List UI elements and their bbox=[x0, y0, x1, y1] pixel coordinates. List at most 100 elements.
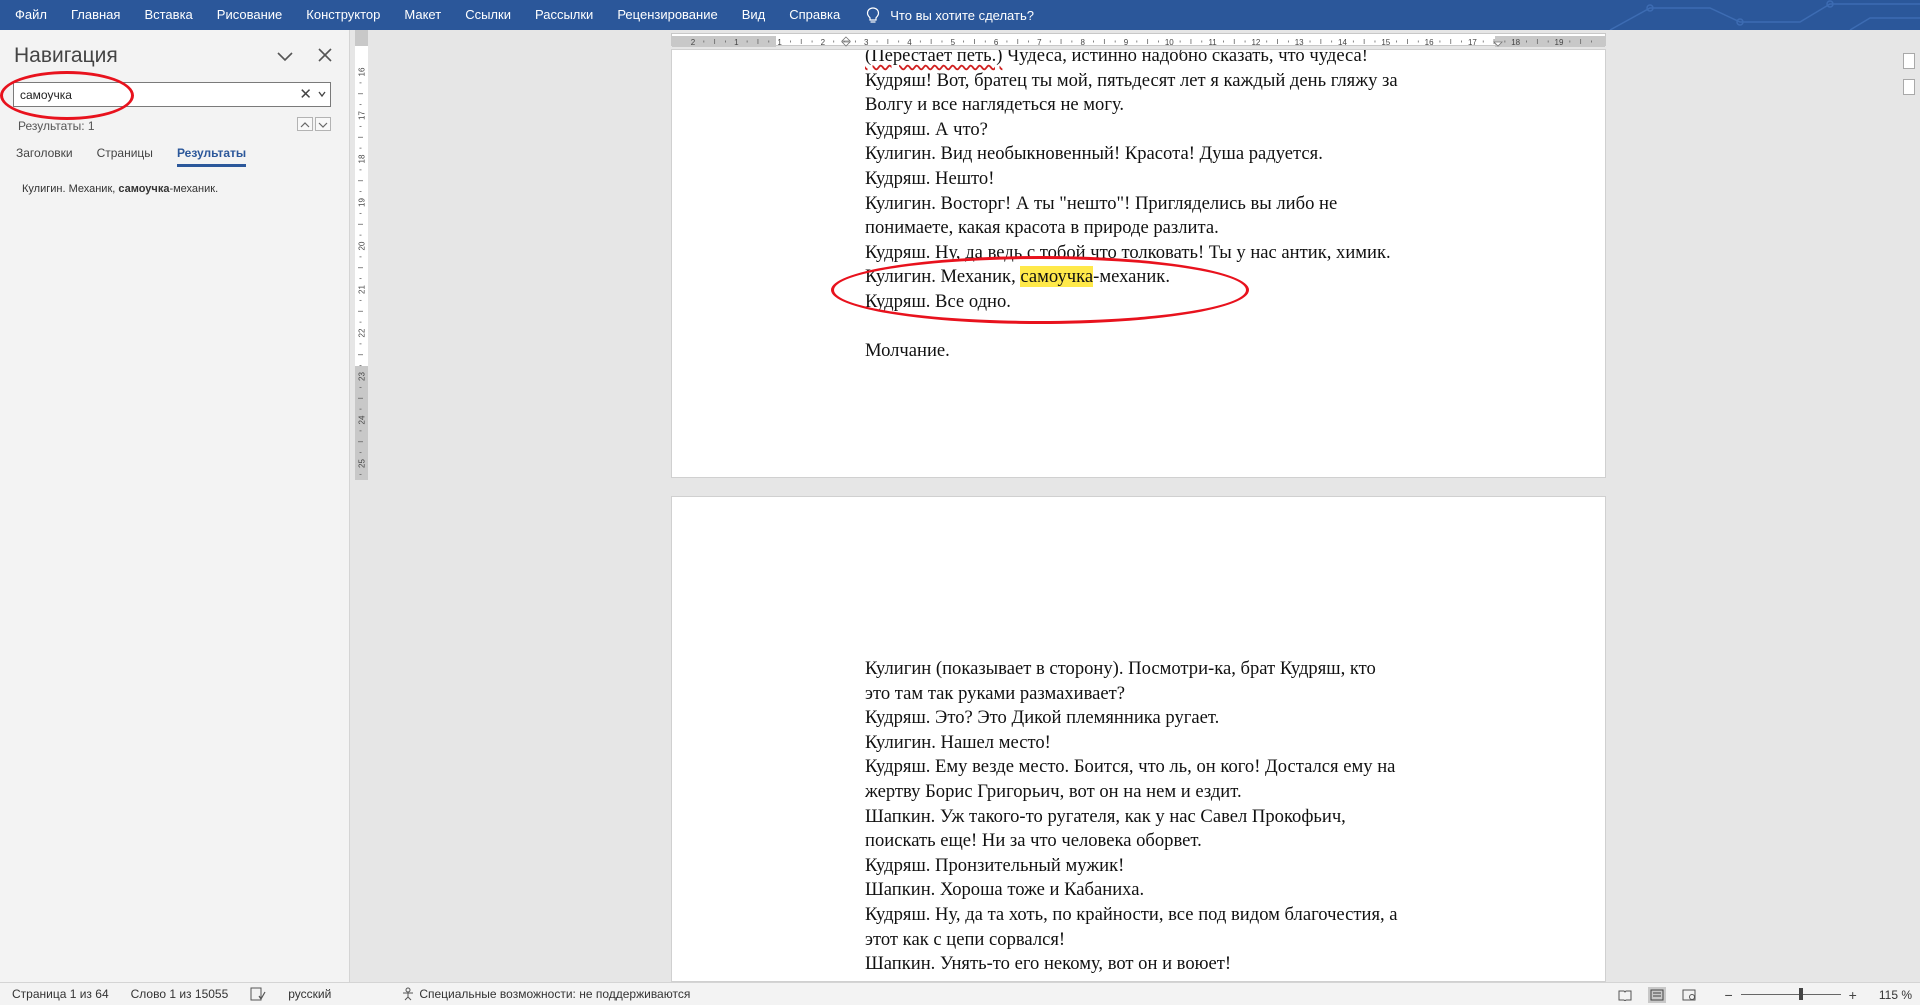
zoom-slider[interactable] bbox=[1740, 988, 1841, 1000]
zoom-out-button[interactable]: − bbox=[1724, 987, 1732, 1003]
result-suffix: -механик. bbox=[169, 183, 219, 195]
page-2-text[interactable]: Кулигин (показывает в сторону). Посмотри… bbox=[865, 657, 1525, 977]
ribbon-tab-4[interactable]: Рисование bbox=[205, 0, 294, 30]
vertical-ruler[interactable]: 16 17 18 19 20 21 22 23 24 25 bbox=[355, 30, 368, 480]
text-line: Кулигин. Вид необыкновенный! Красота! Ду… bbox=[865, 142, 1525, 167]
proofing-icon[interactable] bbox=[250, 987, 266, 1001]
document-page-1[interactable]: (Перестает петь.) Чудеса, истинно надобн… bbox=[671, 49, 1606, 478]
text-line: Кудряш! Вот, братец ты мой, пятьдесят ле… bbox=[865, 69, 1525, 94]
ruler-number: 14 bbox=[1338, 38, 1347, 47]
ribbon-tab-10[interactable]: Вид bbox=[730, 0, 778, 30]
text-line: Кулигин. Восторг! А ты "нешто"! Пригляде… bbox=[865, 192, 1525, 217]
ruler-number: 17 bbox=[358, 111, 367, 120]
ruler-number: 3 bbox=[864, 38, 869, 47]
text-line: Шапкин. Хороша тоже и Кабаниха. bbox=[865, 879, 1145, 901]
chevron-down-icon[interactable] bbox=[275, 46, 295, 66]
page-1-text[interactable]: (Перестает петь.) Чудеса, истинно надобн… bbox=[865, 49, 1525, 364]
tell-me-box[interactable]: Что вы хотите сделать? bbox=[866, 6, 1034, 24]
text-line: Кудряш. Нешто! bbox=[865, 167, 1525, 192]
ruler-number: 22 bbox=[358, 328, 367, 337]
nav-tab-2[interactable]: Страницы bbox=[97, 146, 153, 167]
next-result-button[interactable] bbox=[315, 117, 331, 131]
ribbon-tab-9[interactable]: Рецензирование bbox=[605, 0, 729, 30]
text-line: Кулигин. Нашел место! bbox=[865, 731, 1051, 753]
status-bar: Страница 1 из 64 Слово 1 из 15055 русски… bbox=[0, 982, 1920, 1005]
nav-tab-3[interactable]: Результаты bbox=[176, 146, 247, 167]
document-page-2[interactable]: Кулигин (показывает в сторону). Посмотри… bbox=[671, 496, 1606, 982]
ruler-number: 10 bbox=[1165, 38, 1174, 47]
ribbon-tab-7[interactable]: Ссылки bbox=[453, 0, 523, 30]
text-line: Кудряш. Все одно. bbox=[865, 290, 1525, 315]
ruler-number: 13 bbox=[1295, 38, 1304, 47]
tell-me-label[interactable]: Что вы хотите сделать? bbox=[890, 8, 1034, 23]
word-count[interactable]: Слово 1 из 15055 bbox=[131, 987, 229, 1001]
text-line: Шапкин. Уж такого-то ругателя, как у нас… bbox=[865, 805, 1346, 827]
ruler-number: 7 bbox=[1037, 38, 1042, 47]
line-text: Кудряш. Все одно. bbox=[865, 290, 1011, 312]
language-indicator[interactable]: русский bbox=[288, 987, 331, 1001]
status-right-group: − + 115 % bbox=[1602, 983, 1912, 1005]
results-count: Результаты: 1 bbox=[18, 119, 95, 133]
ruler-number: 25 bbox=[358, 459, 367, 468]
nav-tabs: Заголовки Страницы Результаты bbox=[16, 146, 270, 167]
search-highlight: самоучка bbox=[1020, 266, 1094, 288]
ribbon-tab-5[interactable]: Конструктор bbox=[294, 0, 392, 30]
ribbon-tab-11[interactable]: Справка bbox=[777, 0, 852, 30]
line-text: Кудряш. Нешто! bbox=[865, 167, 995, 189]
line-text: Волгу и все наглядеться не могу. bbox=[865, 94, 1125, 116]
clear-search-icon[interactable]: ✕ bbox=[299, 85, 312, 104]
ruler-number: 18 bbox=[1511, 38, 1520, 47]
ruler-number: 1 bbox=[777, 38, 782, 47]
scrollbar-thumb[interactable] bbox=[1903, 79, 1915, 95]
ruler-number: 6 bbox=[994, 38, 999, 47]
ruler-number: 2 bbox=[821, 38, 826, 47]
ribbon-tab-6[interactable]: Макет bbox=[392, 0, 453, 30]
previous-result-button[interactable] bbox=[297, 117, 313, 131]
ruler-number: 17 bbox=[1468, 38, 1477, 47]
page-count[interactable]: Страница 1 из 64 bbox=[12, 987, 109, 1001]
ribbon-tab-1[interactable]: Файл bbox=[0, 0, 59, 30]
nav-pane-title: Навигация bbox=[14, 44, 118, 67]
text-line: Молчание. bbox=[865, 339, 1525, 364]
ruler-number: 16 bbox=[358, 67, 367, 76]
vertical-scrollbar[interactable] bbox=[1897, 49, 1920, 982]
ribbon-tab-8[interactable]: Рассылки bbox=[523, 0, 605, 30]
ruler-number: 21 bbox=[358, 285, 367, 294]
line-text: Кудряш. А что? bbox=[865, 118, 988, 140]
horizontal-ruler-scale: 2 1 1 2 3 4 5 6 7 8 9 10 11 12 13 14 15 16 17 18 19 bbox=[672, 36, 1605, 47]
close-icon[interactable] bbox=[314, 44, 336, 66]
search-input[interactable] bbox=[20, 85, 300, 104]
ruler-number: 16 bbox=[1425, 38, 1434, 47]
web-layout-button[interactable] bbox=[1680, 987, 1698, 1003]
nav-search-box[interactable]: ✕ bbox=[13, 82, 331, 107]
print-layout-button[interactable] bbox=[1648, 986, 1667, 1003]
read-mode-icon bbox=[1618, 990, 1632, 1001]
ribbon-tab-bar: Файл Главная Вставка Рисование Конструктор Ма… bbox=[0, 0, 1920, 30]
ruler-number: 8 bbox=[1080, 38, 1085, 47]
ribbon-tab-2[interactable]: Главная bbox=[59, 0, 132, 30]
text-line: Кудряш. Ну, да ведь с тобой что толковат… bbox=[865, 241, 1525, 266]
accessibility-checker[interactable]: Специальные возможности: не поддерживают… bbox=[401, 987, 690, 1001]
zoom-slider-thumb[interactable] bbox=[1798, 988, 1803, 1000]
zoom-in-button[interactable]: + bbox=[1849, 987, 1857, 1003]
ruler-number: 23 bbox=[358, 372, 367, 381]
text-line: Шапкин. Унять-то его некому, вот он и во… bbox=[865, 953, 1232, 975]
line-text: Чудеса, истинно надобно сказать, что чуд… bbox=[1002, 49, 1368, 66]
ruler-number: 11 bbox=[1208, 38, 1217, 47]
line-text: Молчание. bbox=[865, 340, 950, 362]
search-result-item[interactable]: Кулигин. Механик, самоучка-механик. bbox=[22, 183, 218, 195]
scroll-up-button[interactable] bbox=[1903, 53, 1915, 69]
read-mode-button[interactable] bbox=[1616, 987, 1634, 1003]
nav-tab-1[interactable]: Заголовки bbox=[16, 146, 73, 167]
text-line: Кудряш. Пронзительный мужик! bbox=[865, 854, 1125, 876]
line-text: Кудряш! Вот, братец ты мой, пятьдесят ле… bbox=[865, 69, 1398, 91]
spelling-error[interactable]: (Перестает петь.) bbox=[865, 50, 1002, 66]
ribbon-tab-3[interactable]: Вставка bbox=[132, 0, 204, 30]
text-line: Кулигин (показывает в сторону). Посмотри… bbox=[865, 658, 1376, 679]
zoom-level[interactable]: 115 % bbox=[1879, 988, 1912, 1002]
chevron-up-icon bbox=[300, 122, 310, 128]
search-options-chevron-icon[interactable] bbox=[317, 89, 327, 99]
horizontal-ruler[interactable]: 2 1 1 2 3 4 5 6 7 8 9 10 11 12 13 14 15 16 17 18 19 bbox=[671, 33, 1606, 47]
result-prefix: Кулигин. Механик, bbox=[22, 183, 119, 195]
text-line: Кудряш. Ну, да та хоть, по крайности, вс… bbox=[865, 903, 1398, 925]
